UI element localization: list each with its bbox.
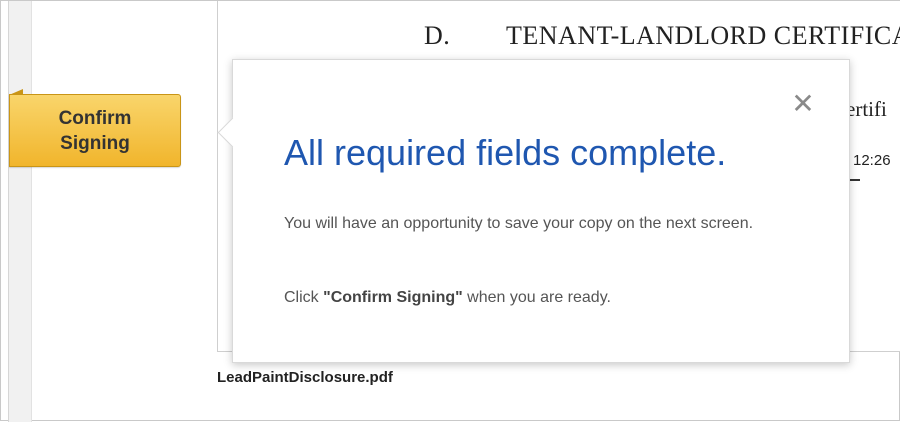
field-underline (850, 179, 860, 181)
confirm-signing-button[interactable]: Confirm Signing (9, 89, 181, 167)
tab-fold (9, 89, 23, 95)
section-heading: D. TENANT-LANDLORD CERTIFICA (424, 21, 900, 51)
completion-popup: ✕ All required fields complete. You will… (217, 59, 850, 363)
hint-prefix: Click (284, 289, 324, 306)
confirm-signing-label-line1: Confirm (58, 108, 132, 129)
hint-action-name: "Confirm Signing" (323, 289, 463, 306)
section-letter: D. (424, 21, 451, 50)
popup-hint: Click "Confirm Signing" when you are rea… (284, 289, 611, 307)
hint-suffix: when you are ready. (462, 289, 611, 306)
partial-certification-text: ertifi (846, 97, 887, 121)
app-frame: D. TENANT-LANDLORD CERTIFICA ertifi 12:26… (0, 0, 900, 422)
confirm-signing-label-line2: Signing (60, 133, 130, 154)
section-title: TENANT-LANDLORD CERTIFICA (506, 21, 900, 50)
file-name-label: LeadPaintDisclosure.pdf (217, 369, 393, 386)
popup-title: All required fields complete. (284, 132, 727, 173)
close-icon[interactable]: ✕ (789, 90, 817, 118)
left-margin-strip (8, 1, 32, 422)
popup-message: You will have an opportunity to save you… (284, 215, 754, 232)
partial-timestamp: 12:26 (853, 152, 891, 169)
